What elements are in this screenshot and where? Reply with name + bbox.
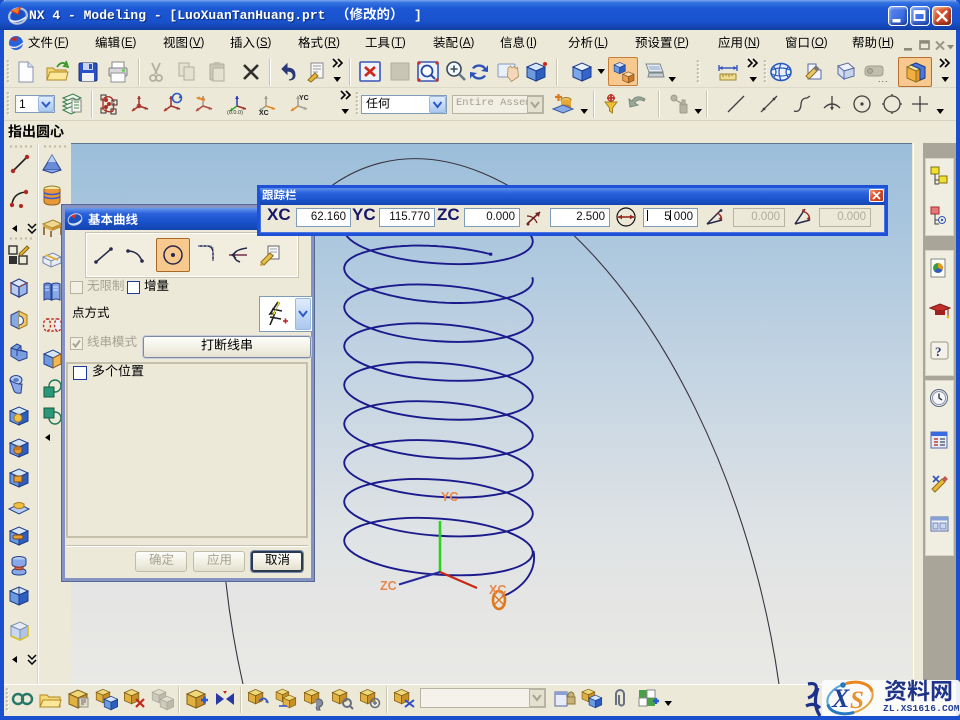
svg-text:(0.0.0): (0.0.0) <box>227 110 243 116</box>
svg-text:XC: XC <box>489 583 506 597</box>
svg-text:?: ? <box>935 344 942 359</box>
svg-text:YC: YC <box>441 490 458 504</box>
svg-text:YC: YC <box>299 95 309 102</box>
svg-text:ZC: ZC <box>380 579 397 593</box>
svg-text:X: X <box>831 684 850 713</box>
svg-text:XC: XC <box>259 110 269 116</box>
svg-text:S: S <box>850 687 864 714</box>
